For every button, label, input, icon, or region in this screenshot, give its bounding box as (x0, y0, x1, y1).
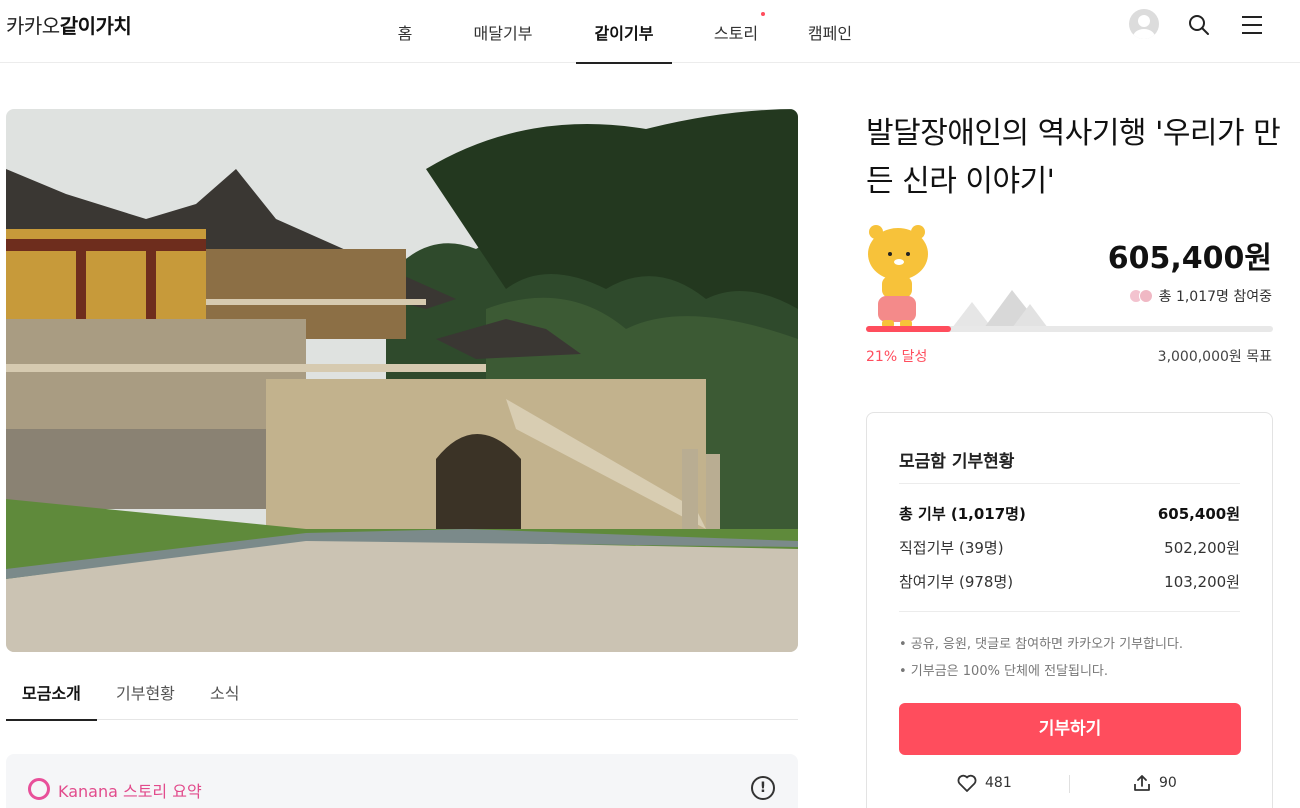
card-title: 모금함 기부현황 (899, 452, 1015, 472)
top-header: 카카오같이가치 홈 매달기부 같이기부 스토리 캠페인 (0, 0, 1300, 64)
nav-together-donation[interactable]: 같이기부 (576, 0, 672, 64)
info-icon[interactable]: ! (751, 776, 775, 800)
percent-achieved: 21% 달성 (866, 349, 928, 365)
story-summary-label: Kanana 스토리 요약 (58, 782, 202, 801)
divider (899, 483, 1240, 484)
like-count: 481 (985, 775, 1012, 791)
share-button[interactable]: 90 (1133, 771, 1177, 795)
logo-text-kakao: 카카오 (6, 14, 60, 38)
progress-bar-fill (866, 326, 952, 332)
participant-faces-icon (1128, 289, 1153, 303)
direct-donation-row: 직접기부 (39명) 502,200원 (899, 539, 1240, 557)
main-nav: 홈 매달기부 같이기부 스토리 캠페인 (380, 0, 860, 64)
avatar-icon[interactable] (1129, 9, 1159, 39)
search-icon[interactable] (1187, 13, 1211, 37)
tab-donation-status[interactable]: 기부현황 (116, 664, 175, 720)
story-summary-box[interactable]: Kanana 스토리 요약 ! (6, 754, 798, 808)
donate-button[interactable]: 기부하기 (899, 703, 1241, 755)
share-icon (1134, 775, 1150, 791)
heart-icon (957, 774, 977, 792)
campaign-hero-image (6, 109, 798, 652)
note-full-delivery: • 기부금은 100% 단체에 전달됩니다. (899, 664, 1109, 679)
content-tabs: 모금소개 기부현황 소식 (6, 664, 798, 721)
raised-amount: 605,400원 (1107, 241, 1272, 276)
card-actions: 481 90 (899, 771, 1240, 795)
nav-story[interactable]: 스토리 (672, 0, 800, 63)
logo-text-together: 같이가치 (59, 14, 132, 38)
progress-bar (866, 326, 1273, 332)
campaign-title: 발달장애인의 역사기행 '우리가 만든 신라 이야기' (866, 116, 1281, 199)
divider (1069, 775, 1070, 793)
note-sharing: • 공유, 응원, 댓글로 참여하면 카카오가 기부합니다. (899, 637, 1184, 652)
nav-campaign[interactable]: 캠페인 (800, 0, 860, 63)
total-donation-row: 총 기부 (1,017명) 605,400원 (899, 505, 1240, 523)
participation-donation-row: 참여기부 (978명) 103,200원 (899, 573, 1240, 591)
menu-icon[interactable] (1240, 13, 1264, 37)
like-button[interactable]: 481 (957, 771, 1012, 795)
donation-status-card: 모금함 기부현황 총 기부 (1,017명) 605,400원 직접기부 (39… (866, 412, 1273, 808)
tab-introduction[interactable]: 모금소개 (6, 664, 97, 721)
participants-count: 총 1,017명 참여중 (1158, 289, 1272, 305)
mountain-illustration (952, 290, 1048, 328)
kanana-ring-icon (28, 778, 50, 800)
nav-home[interactable]: 홈 (380, 0, 430, 63)
new-dot-badge (761, 12, 765, 16)
tab-news[interactable]: 소식 (210, 664, 239, 720)
goal-amount: 3,000,000원 목표 (1157, 349, 1272, 365)
nav-monthly-donation[interactable]: 매달기부 (430, 0, 576, 63)
share-count: 90 (1159, 775, 1177, 791)
participants-info: 총 1,017명 참여중 (1128, 286, 1272, 306)
logo[interactable]: 카카오같이가치 (6, 10, 132, 39)
divider (899, 611, 1240, 612)
ryan-mascot-icon (868, 225, 928, 328)
